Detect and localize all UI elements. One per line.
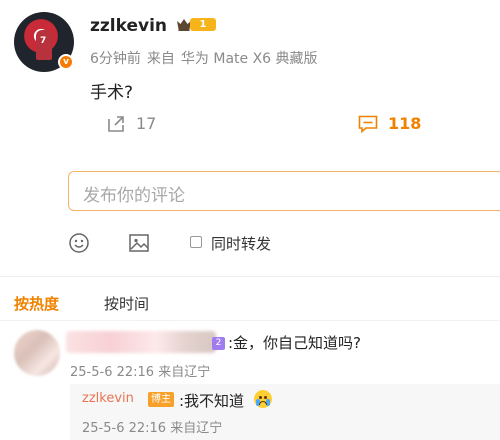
post-device[interactable]: 华为 Mate X6 典藏版 <box>181 51 318 67</box>
comment-meta: 25-5-6 22:16 来自辽宁 <box>70 361 210 380</box>
emoji-eye-left <box>259 396 262 399</box>
reply-time: 25-5-6 22:16 <box>82 421 167 436</box>
commenter-name-blurred[interactable] <box>66 331 216 353</box>
post-time: 6分钟前 <box>90 51 141 67</box>
commenter-level-badge: 2 <box>212 337 225 350</box>
commenter-avatar-blurred[interactable] <box>14 330 60 376</box>
repost-icon <box>108 115 124 132</box>
section-divider <box>0 276 500 277</box>
emoji-mouth <box>259 401 267 405</box>
post-source-prefix: 来自 <box>146 51 175 67</box>
repost-checkbox[interactable] <box>190 236 202 248</box>
post-author-name[interactable]: zzlkevin <box>90 16 167 36</box>
crying-emoji-icon <box>254 390 272 408</box>
reply-location: 来自辽宁 <box>170 421 223 436</box>
tabs-divider <box>0 320 500 321</box>
user-level-badge: 1 <box>190 18 216 31</box>
comment-time: 25-5-6 22:16 <box>70 365 155 380</box>
repost-count: 17 <box>136 114 157 133</box>
author-badge: 博主 <box>148 392 174 407</box>
composer-tools <box>68 232 150 254</box>
image-icon[interactable] <box>128 232 150 254</box>
comment-location: 来自辽宁 <box>158 365 211 380</box>
verified-badge: v <box>58 54 74 70</box>
tab-sort-hot[interactable]: 按热度 <box>14 293 59 314</box>
avatar-jersey: 7 <box>40 36 47 46</box>
repost-button[interactable]: 17 <box>106 114 156 133</box>
comment-count: 118 <box>388 114 422 133</box>
tab-sort-time[interactable]: 按时间 <box>104 293 149 314</box>
emoji-icon[interactable] <box>68 232 90 254</box>
post-text: 手术? <box>90 83 134 103</box>
reply-meta: 25-5-6 22:16 来自辽宁 <box>82 417 222 436</box>
post-meta: 6分钟前 来自 华为 Mate X6 典藏版 <box>90 48 318 68</box>
comment-input[interactable]: 发布你的评论 <box>68 171 500 211</box>
reply-text: :我不知道 <box>179 392 245 410</box>
comment-icon <box>358 115 378 133</box>
reply-author-name[interactable]: zzlkevin <box>82 391 134 406</box>
comment-button[interactable]: 118 <box>358 114 421 133</box>
comment-text: :金，你自己知道吗? <box>228 334 362 352</box>
repost-checkbox-label[interactable]: 同时转发 <box>211 233 271 254</box>
comment-input-placeholder: 发布你的评论 <box>83 186 185 206</box>
